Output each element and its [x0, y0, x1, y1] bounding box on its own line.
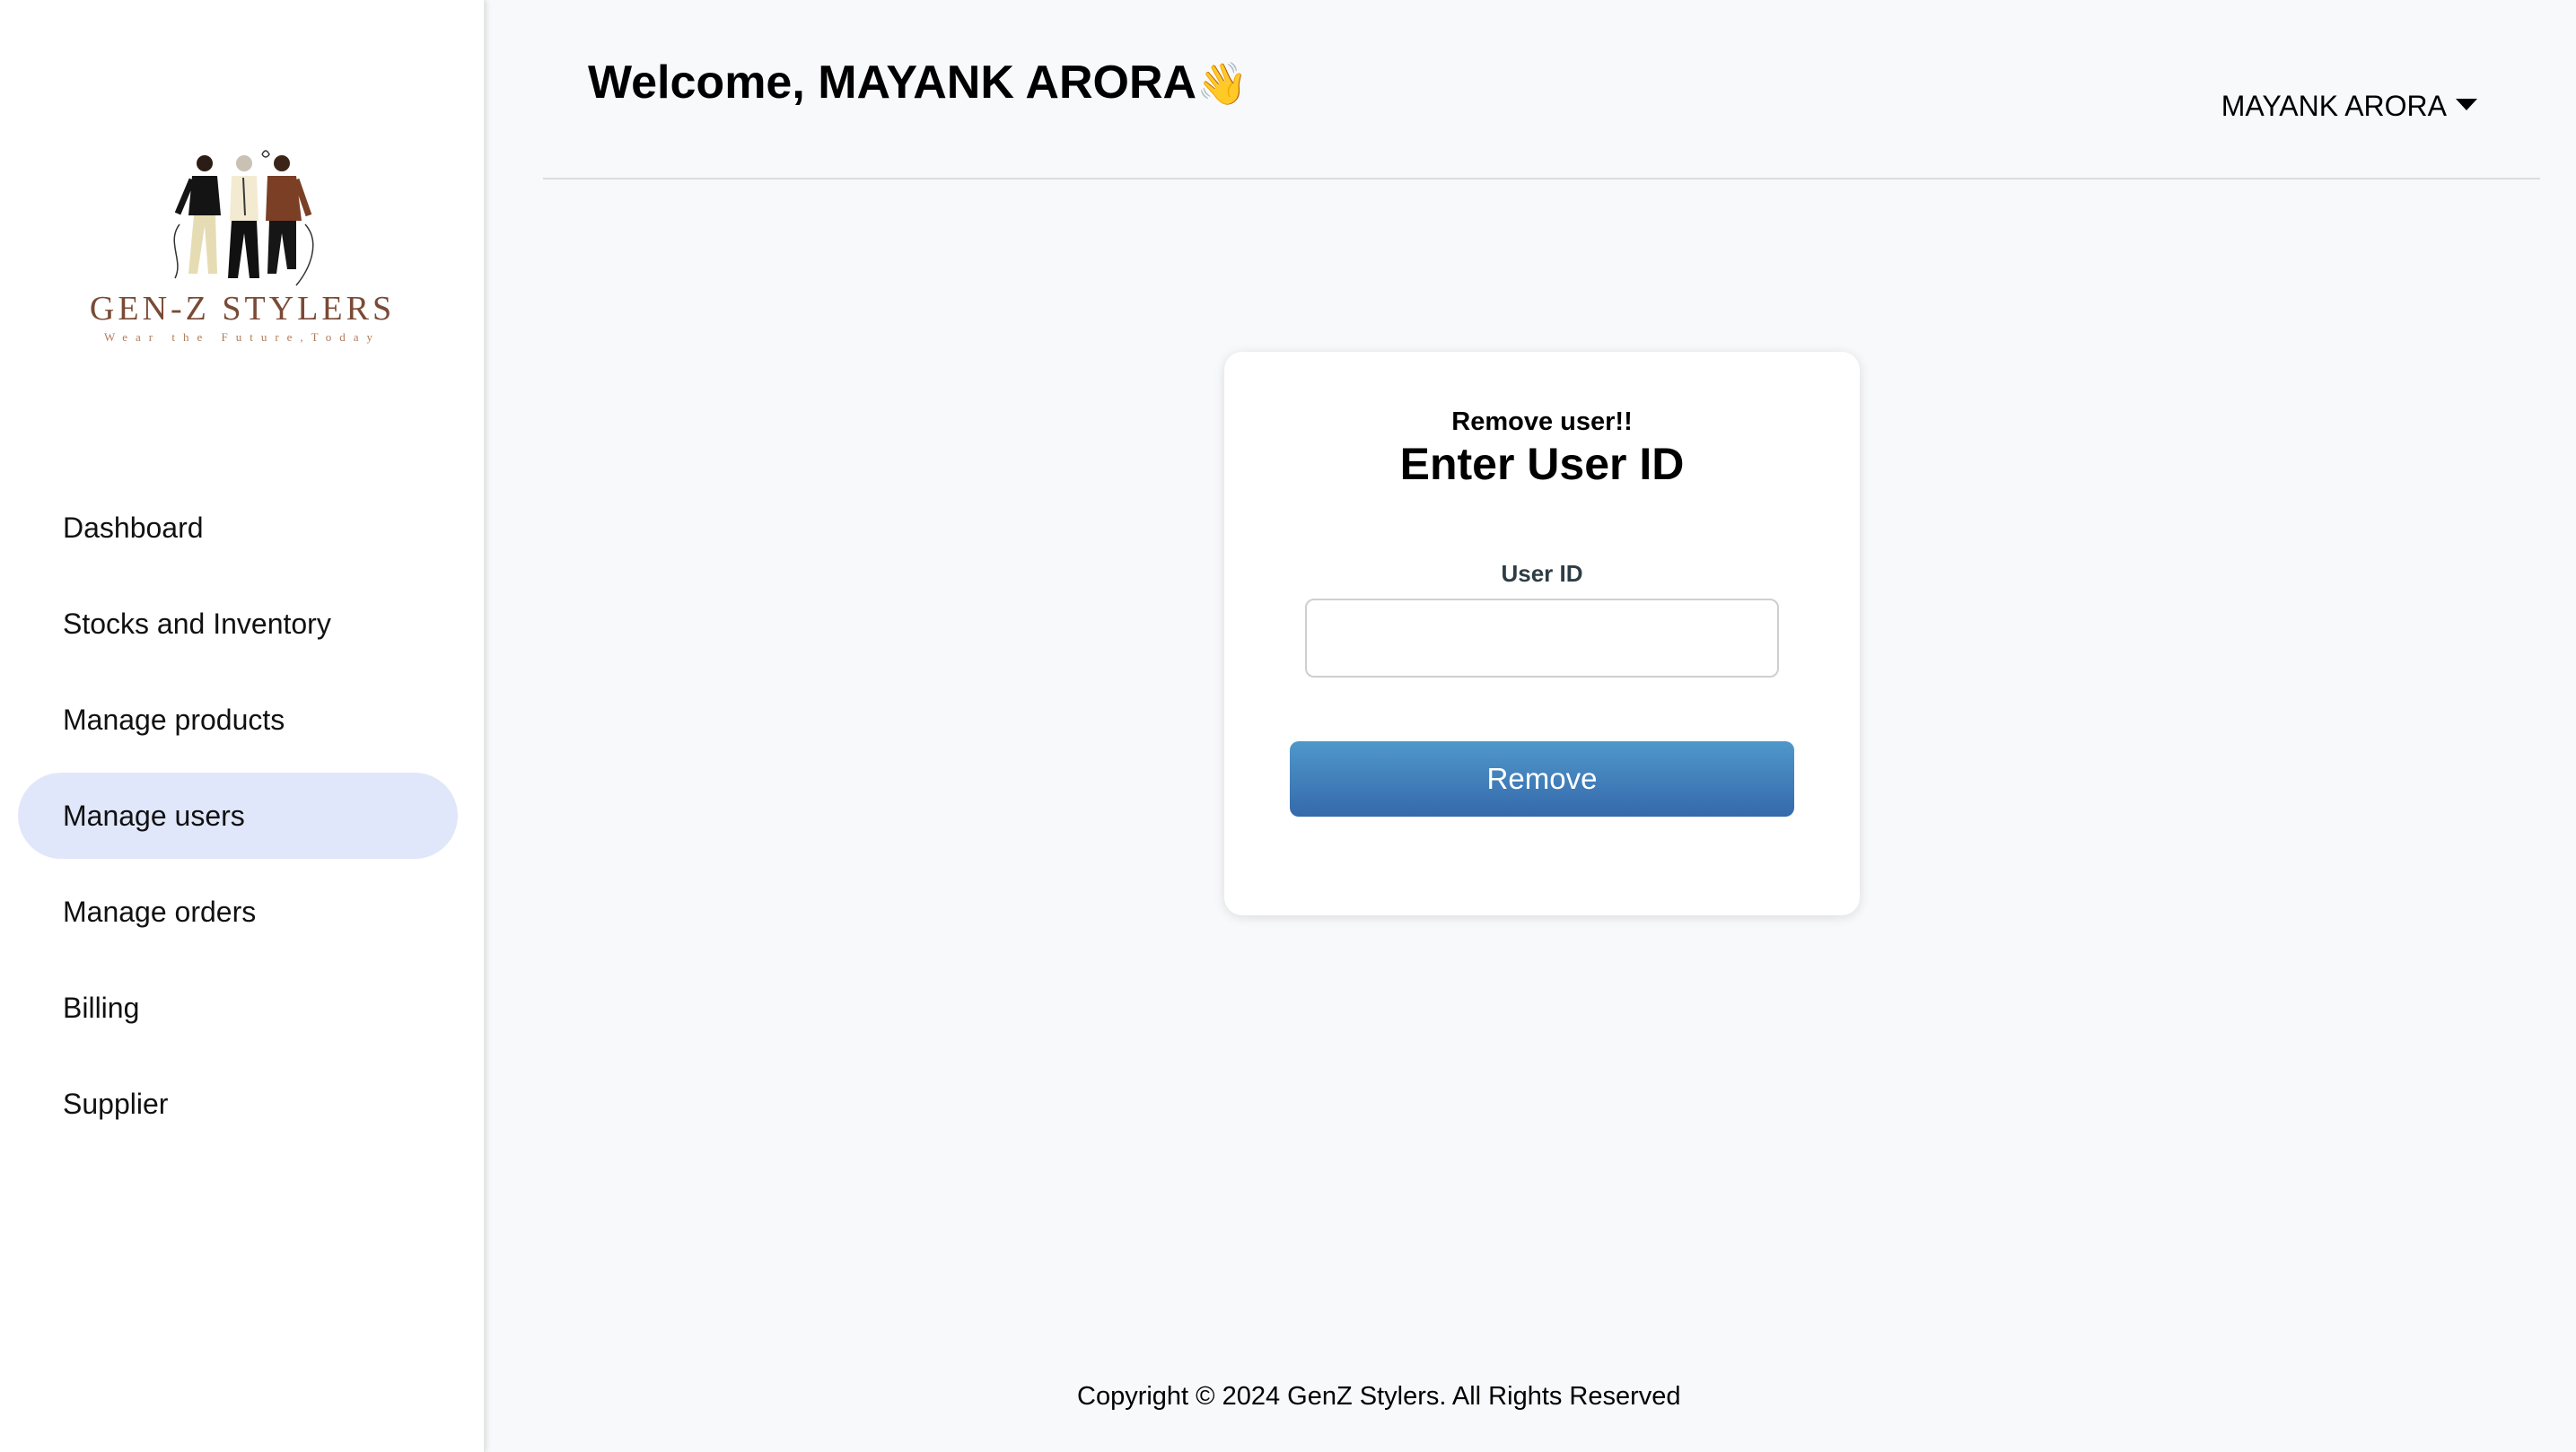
sidebar-item-stocks-and-inventory[interactable]: Stocks and Inventory [18, 581, 458, 667]
sidebar-item-billing[interactable]: Billing [18, 965, 458, 1051]
caret-down-icon [2456, 99, 2477, 110]
card-title: Enter User ID [1399, 439, 1685, 489]
remove-button[interactable]: Remove [1290, 741, 1794, 817]
logo-tagline: Wear the Future,Today [104, 330, 381, 344]
user-menu-dropdown[interactable]: MAYANK ARORA [2221, 90, 2477, 123]
sidebar-item-manage-products[interactable]: Manage products [18, 677, 458, 763]
user-menu-name: MAYANK ARORA [2221, 90, 2447, 122]
sidebar: GEN-Z STYLERS Wear the Future,Today Dash… [0, 0, 485, 1452]
waving-hand-icon: 👋 [1196, 59, 1249, 108]
card-subtitle: Remove user!! [1451, 407, 1633, 436]
logo-figures-illustration [173, 150, 314, 286]
user-id-input[interactable] [1305, 599, 1779, 678]
welcome-heading: Welcome, MAYANK ARORA👋 [588, 56, 1248, 109]
welcome-text: Welcome, MAYANK ARORA [588, 57, 1197, 109]
sidebar-nav: Dashboard Stocks and Inventory Manage pr… [18, 485, 458, 1157]
brand-logo[interactable]: GEN-Z STYLERS Wear the Future,Today [81, 135, 404, 359]
footer-copyright: Copyright © 2024 GenZ Stylers. All Right… [1077, 1382, 1681, 1411]
remove-user-card: Remove user!! Enter User ID User ID Remo… [1224, 352, 1860, 915]
user-id-label: User ID [1501, 560, 1583, 587]
sidebar-item-dashboard[interactable]: Dashboard [18, 485, 458, 571]
logo-title: GEN-Z STYLERS [89, 290, 396, 328]
sidebar-item-supplier[interactable]: Supplier [18, 1061, 458, 1147]
sidebar-item-manage-orders[interactable]: Manage orders [18, 869, 458, 955]
sidebar-item-manage-users[interactable]: Manage users [18, 773, 458, 859]
top-header: Welcome, MAYANK ARORA👋 MAYANK ARORA [543, 0, 2540, 179]
